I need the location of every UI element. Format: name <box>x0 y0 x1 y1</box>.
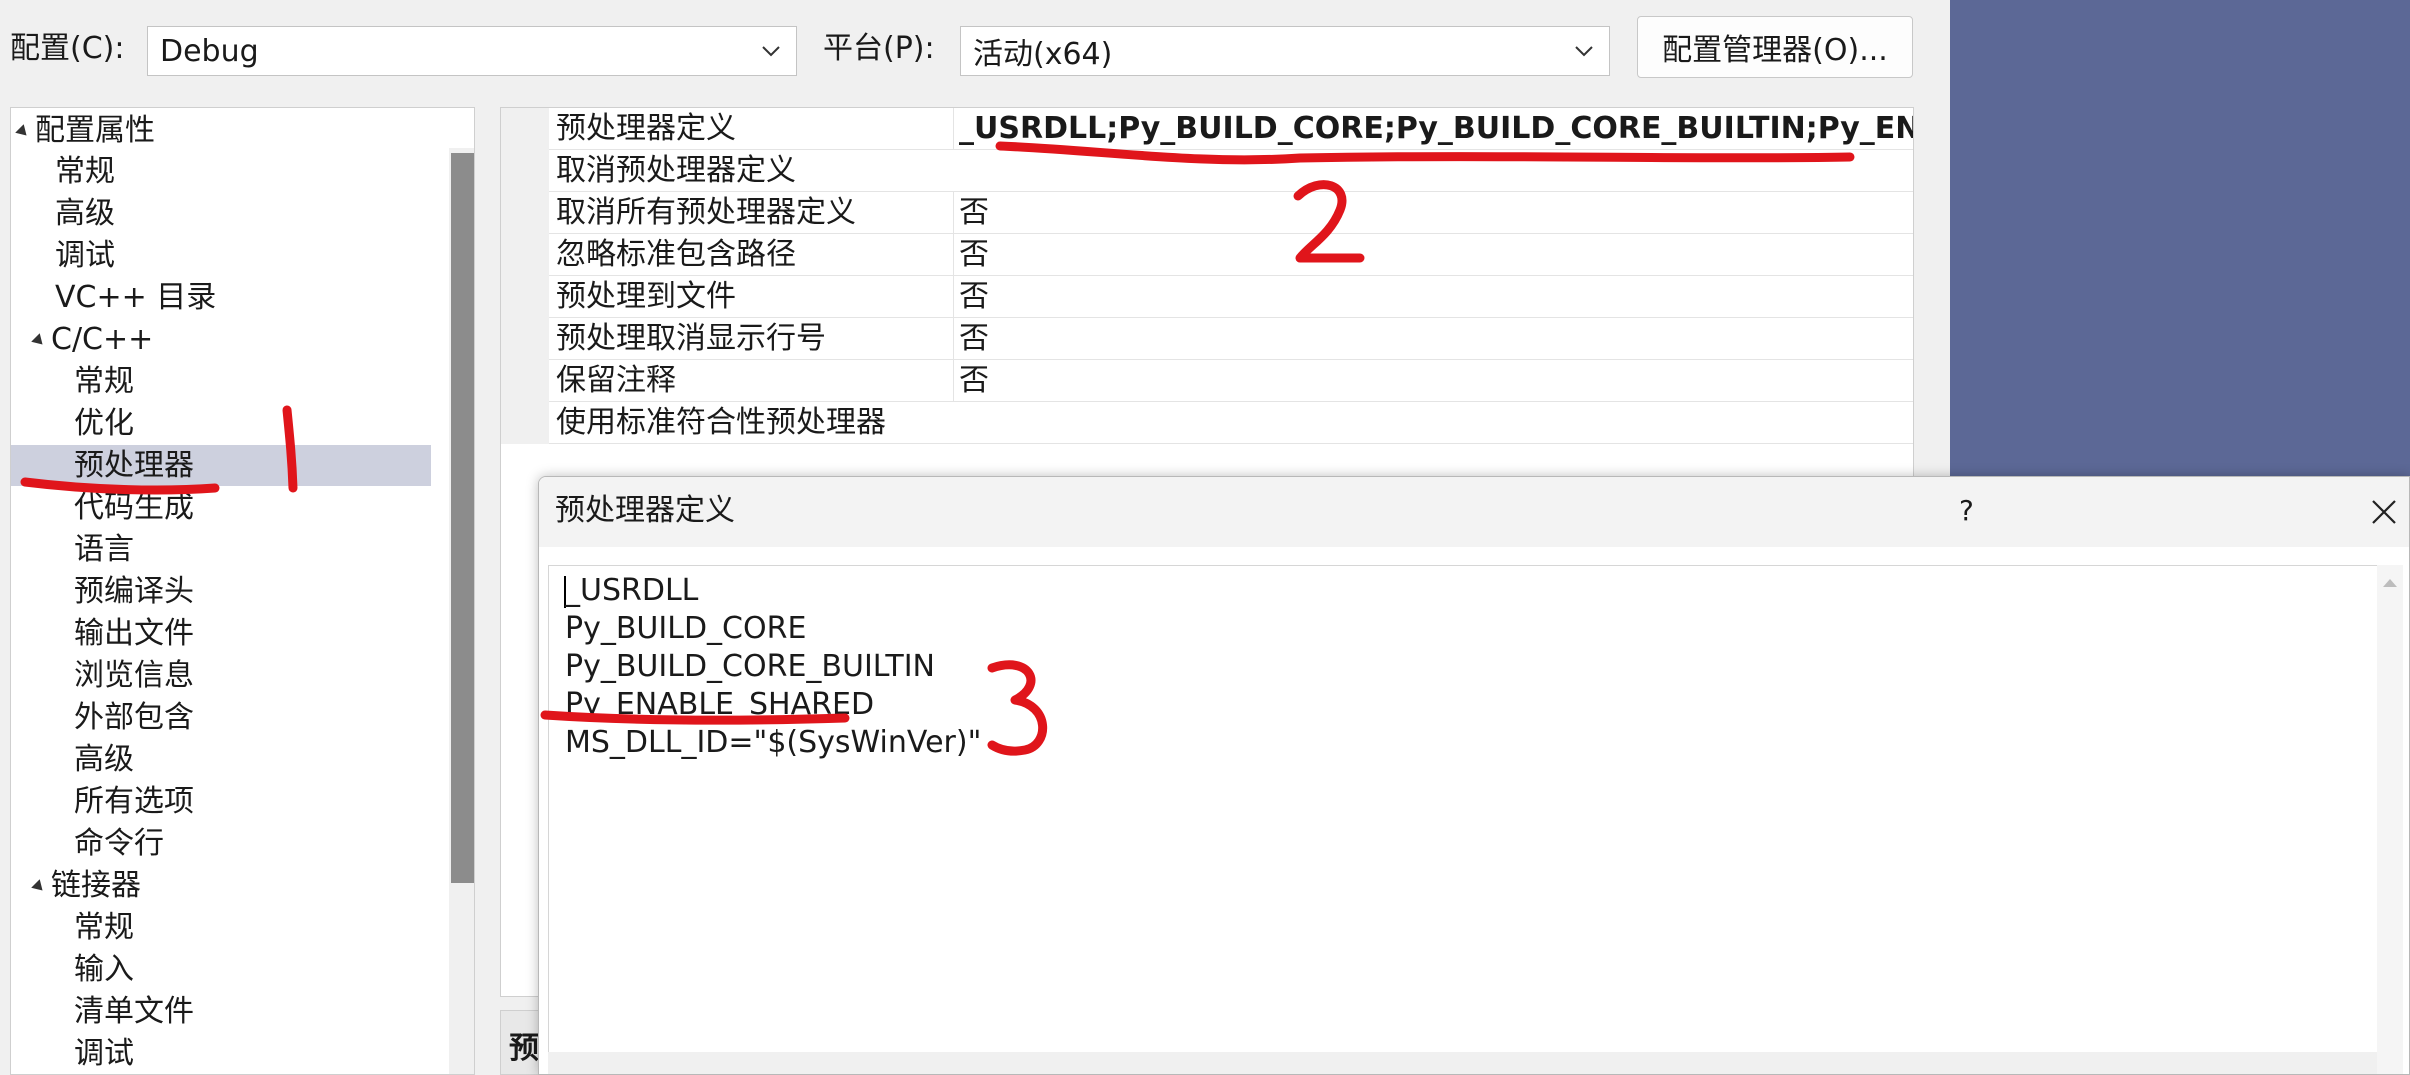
property-name: 取消所有预处理器定义 <box>556 195 856 230</box>
definition-line: MS_DLL_ID="$(SysWinVer)" <box>565 725 982 760</box>
property-row[interactable]: 预处理到文件 否 <box>501 276 1913 318</box>
config-combo-value: Debug <box>160 33 259 69</box>
property-row[interactable]: 取消所有预处理器定义 否 <box>501 192 1913 234</box>
tree-item-linker-input[interactable]: 输入 <box>11 949 431 990</box>
platform-combo[interactable]: 活动(x64) <box>960 26 1610 76</box>
property-row[interactable]: 保留注释 否 <box>501 360 1913 402</box>
definition-line: Py_BUILD_CORE_BUILTIN <box>565 649 935 684</box>
editor-horizontal-scrollbar[interactable] <box>548 1052 2377 1074</box>
property-row[interactable]: 取消预处理器定义 <box>501 150 1913 192</box>
platform-label: 平台(P): <box>823 31 935 66</box>
tree-item-debugging[interactable]: 调试 <box>11 235 431 276</box>
tree-item-cpp-command-line[interactable]: 命令行 <box>11 823 431 864</box>
chevron-down-icon <box>758 38 784 64</box>
scroll-up-icon[interactable] <box>2377 573 2403 593</box>
chevron-down-icon <box>1571 38 1597 64</box>
tree-item-cpp-output-files[interactable]: 输出文件 <box>11 613 431 654</box>
property-value[interactable]: 否 <box>953 360 1913 402</box>
tree-item-linker-manifest[interactable]: 清单文件 <box>11 991 431 1032</box>
property-name: 预处理到文件 <box>556 279 736 314</box>
platform-combo-value: 活动(x64) <box>973 37 1113 72</box>
config-manager-button[interactable]: 配置管理器(O)... <box>1637 16 1913 78</box>
property-value[interactable]: 否 <box>953 318 1913 360</box>
description-title: 预 <box>509 1031 539 1066</box>
property-name: 保留注释 <box>556 363 676 398</box>
tree-item-cpp-external-includes[interactable]: 外部包含 <box>11 697 431 738</box>
tree-item-advanced[interactable]: 高级 <box>11 193 431 234</box>
tree-item-c-cpp[interactable]: C/C++ <box>11 319 431 360</box>
config-combo[interactable]: Debug <box>147 26 797 76</box>
row-gutter <box>501 234 549 276</box>
property-row[interactable]: 忽略标准包含路径 否 <box>501 234 1913 276</box>
property-value[interactable]: 否 <box>953 234 1913 276</box>
tree-item-vc-directories[interactable]: VC++ 目录 <box>11 277 431 318</box>
property-row[interactable]: 预处理取消显示行号 否 <box>501 318 1913 360</box>
property-value[interactable]: 否 <box>953 192 1913 234</box>
row-gutter <box>501 360 549 402</box>
tree-item-cpp-advanced[interactable]: 高级 <box>11 739 431 780</box>
tree-item-linker[interactable]: 链接器 <box>11 865 431 906</box>
tree-item-general[interactable]: 常规 <box>11 151 431 192</box>
property-name: 预处理取消显示行号 <box>556 321 826 356</box>
row-gutter <box>501 402 549 444</box>
description-pane: 预 <box>500 1010 540 1075</box>
property-row[interactable]: 使用标准符合性预处理器 <box>501 402 1913 444</box>
definition-line: Py_BUILD_CORE <box>565 611 807 646</box>
property-name: 取消预处理器定义 <box>556 153 796 188</box>
config-label: 配置(C): <box>10 31 125 66</box>
tree-item-cpp-browse-info[interactable]: 浏览信息 <box>11 655 431 696</box>
tree-item-cpp-preprocessor[interactable]: 预处理器 <box>11 445 431 486</box>
property-row[interactable]: 预处理器定义 _USRDLL;Py_BUILD_CORE;Py_BUILD_CO… <box>501 108 1913 150</box>
help-button[interactable]: ? <box>1959 489 1974 533</box>
tree-item-cpp-all-options[interactable]: 所有选项 <box>11 781 431 822</box>
property-value[interactable]: 否 <box>953 276 1913 318</box>
property-name: 忽略标准包含路径 <box>556 237 796 272</box>
row-gutter <box>501 318 549 360</box>
tree-item-cpp-codegen[interactable]: 代码生成 <box>11 487 431 528</box>
property-value[interactable]: _USRDLL;Py_BUILD_CORE;Py_BUILD_CORE_BUIL… <box>953 108 1913 150</box>
definition-line: _USRDLL <box>565 573 699 608</box>
tree-item-linker-general[interactable]: 常规 <box>11 907 431 948</box>
expand-triangle-icon <box>15 123 31 140</box>
definitions-textarea[interactable]: _USRDLL Py_BUILD_CORE Py_BUILD_CORE_BUIL… <box>548 565 2403 1074</box>
tree-scrollbar-thumb[interactable] <box>451 153 474 883</box>
tree-item-cpp-pch[interactable]: 预编译头 <box>11 571 431 612</box>
row-gutter <box>501 192 549 234</box>
close-icon[interactable] <box>2369 497 2399 527</box>
row-gutter <box>501 108 549 150</box>
tree-item-linker-debugging[interactable]: 调试 <box>11 1033 431 1074</box>
dialog-title-bar <box>539 477 2409 547</box>
tree-item-cpp-general[interactable]: 常规 <box>11 361 431 402</box>
expand-triangle-icon <box>31 332 47 349</box>
tree-item-config-properties[interactable]: 配置属性 <box>11 110 431 151</box>
definition-line: Py_ENABLE_SHARED <box>565 687 875 722</box>
expand-triangle-icon <box>31 878 47 895</box>
tree-item-cpp-optimization[interactable]: 优化 <box>11 403 431 444</box>
dialog-title: 预处理器定义 <box>555 493 735 528</box>
property-name: 预处理器定义 <box>556 111 736 146</box>
row-gutter <box>501 150 549 192</box>
row-gutter <box>501 276 549 318</box>
tree-item-cpp-language[interactable]: 语言 <box>11 529 431 570</box>
property-name: 使用标准符合性预处理器 <box>556 405 886 440</box>
preprocessor-definitions-dialog: 预处理器定义 ? _USRDLL Py_BUILD_CORE Py_BUILD_… <box>538 476 2410 1075</box>
property-tree: 配置属性 常规 高级 调试 VC++ 目录 C/C++ 常规 优化 预处理器 代… <box>10 107 475 1075</box>
editor-vertical-scrollbar[interactable] <box>2377 565 2403 1074</box>
